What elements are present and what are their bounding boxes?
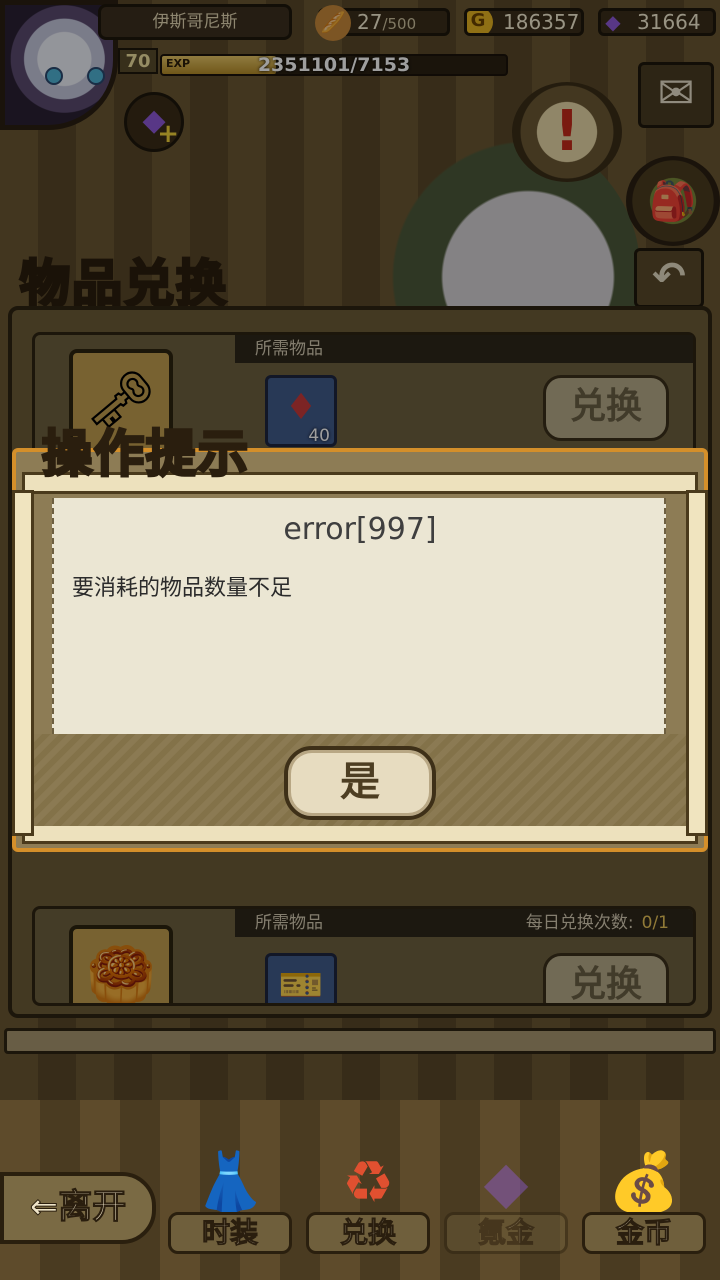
- tab-label: 金币: [582, 1212, 706, 1254]
- tab-exchange[interactable]: ♻ 兑换: [306, 1134, 430, 1280]
- confirm-button[interactable]: 是: [284, 746, 436, 820]
- left-arrow-icon: ⇐: [29, 1187, 59, 1228]
- tab-fashion[interactable]: 👗 时装: [168, 1134, 292, 1280]
- tab-label: 时装: [168, 1212, 292, 1254]
- leave-label: 离开: [58, 1187, 127, 1228]
- tab-recharge[interactable]: ◆ 氪金: [444, 1134, 568, 1280]
- dialog-title: 操作提示: [41, 423, 250, 485]
- tab-label: 氪金: [444, 1212, 568, 1254]
- error-message: 要消耗的物品数量不足: [72, 576, 293, 601]
- tab-label: 兑换: [306, 1212, 430, 1254]
- leave-button[interactable]: ⇐离开: [0, 1172, 156, 1244]
- tab-gold[interactable]: 💰 金币: [582, 1134, 706, 1280]
- error-code: error[997]: [283, 512, 437, 547]
